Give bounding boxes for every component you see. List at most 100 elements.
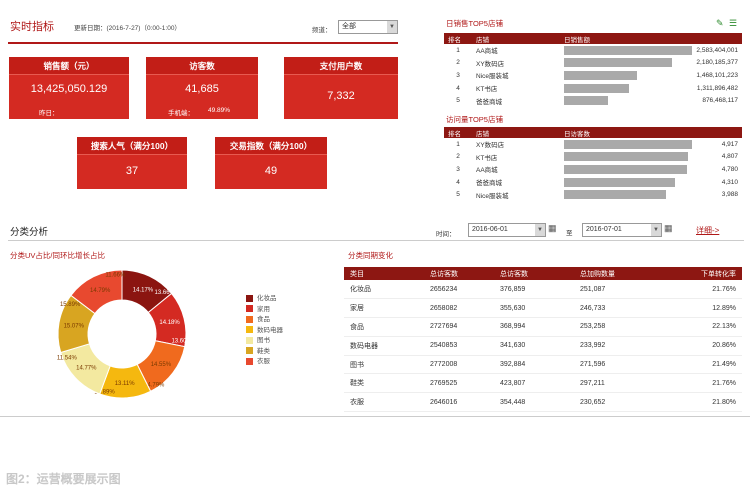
shop-cell[interactable]: Nice服装城: [472, 69, 560, 82]
cell: 246,733: [574, 298, 660, 319]
col-total-visitors: 总访客数: [424, 267, 494, 280]
figure-caption: 图2：运营概要展示图: [6, 472, 121, 486]
table-row: 4 KT书店 1,311,896,482: [444, 82, 742, 95]
cell: 家居: [344, 298, 424, 319]
legend-label: 化妆品: [257, 295, 277, 302]
legend-label: 数码电器: [257, 326, 283, 334]
legend-swatch: [246, 347, 253, 355]
cell: 图书: [344, 355, 424, 375]
kpi-visitors-mobile-pct: 49.89%: [208, 107, 231, 114]
kpi-paying-users-value: 7,332: [327, 90, 355, 102]
table-row: 图书 2772008 392,884 271,596 21.49%: [344, 355, 742, 375]
channel-select-value: 全部: [342, 23, 356, 30]
shop-cell[interactable]: XY数码店: [472, 57, 560, 70]
calendar-icon[interactable]: ▦: [548, 223, 557, 234]
realtime-title: 实时指标: [10, 21, 54, 33]
kpi-sales: 销售额（元） 13,425,050.129 昨日：: [9, 57, 129, 119]
cell: 341,630: [494, 336, 574, 356]
cell: 368,994: [494, 317, 574, 337]
cell: 22.13%: [660, 317, 742, 337]
donut-chart: 14.17% 13.66%14.18%13.60%14.55%14.79%13.1…: [57, 269, 192, 399]
cell: 2656234: [424, 280, 494, 300]
kpi-visitors: 访客数 41,685 手机端： 49.89%: [146, 57, 258, 119]
bar-cell: [560, 138, 714, 151]
kpi-trade-label: 交易指数（满分100）: [215, 137, 327, 155]
cell: 2769525: [424, 373, 494, 394]
legend-item[interactable]: 数码电器: [246, 324, 283, 334]
table-row: 化妆品 2656234 376,859 251,087 21.76%: [344, 280, 742, 300]
shop-cell[interactable]: 爸爸商城: [472, 176, 560, 189]
chevron-down-icon[interactable]: ▼: [651, 224, 661, 236]
edit-icon[interactable]: ✎: [716, 18, 724, 29]
col-value: 日销售额: [560, 33, 742, 44]
shop-cell[interactable]: XY数码店: [472, 138, 560, 151]
shop-cell[interactable]: KT书店: [472, 151, 560, 164]
cell: 233,992: [574, 336, 660, 356]
kpi-sales-label: 销售额（元）: [9, 57, 129, 75]
value-bar: [564, 96, 608, 106]
shop-cell[interactable]: AA商城: [472, 163, 560, 176]
table-row: 4 爸爸商城 4,310: [444, 176, 742, 189]
pie-outer-label: 13.60%: [171, 338, 192, 344]
pie-outer-label: 11.54%: [57, 356, 78, 362]
category-title: 分类分析: [10, 227, 49, 238]
value-bar: [564, 152, 689, 162]
col-rank: 排名: [444, 127, 472, 138]
bar-cell: [560, 163, 714, 176]
cell: 2658082: [424, 298, 494, 319]
rank-cell: 3: [456, 71, 460, 79]
kpi-search-popularity: 搜索人气（满分100） 37: [77, 137, 187, 189]
rank-cell: 1: [456, 140, 460, 148]
detail-link[interactable]: 详细->: [696, 225, 719, 236]
legend-item[interactable]: 家用: [246, 303, 270, 313]
pie-inner-label: 13.11%: [115, 381, 136, 387]
channel-select[interactable]: 全部 ▼: [338, 20, 398, 34]
value-cell: 876,468,117: [702, 97, 738, 105]
shop-cell[interactable]: Nice服装城: [472, 188, 560, 201]
col-total-visitors-2: 总访客数: [494, 267, 574, 280]
top-sales-title: 日销售TOP5店铺: [446, 19, 503, 28]
chevron-down-icon[interactable]: ▼: [535, 224, 545, 236]
rank-cell: 1: [456, 46, 460, 54]
list-icon[interactable]: ☰: [729, 18, 737, 29]
pie-inner-label: 14.79%: [90, 288, 111, 294]
calendar-icon[interactable]: ▦: [664, 223, 673, 234]
value-bar: [564, 45, 692, 55]
legend-item[interactable]: 食品: [246, 313, 270, 323]
kpi-trade-value: 49: [264, 165, 278, 177]
shop-cell[interactable]: AA商城: [472, 44, 560, 57]
date-to-select[interactable]: 2016-07-01 ▼: [582, 223, 662, 237]
pie-outer-label: 11.66%: [105, 272, 126, 278]
pie-outer-label: 15.89%: [60, 302, 81, 308]
bar-cell: [560, 69, 692, 82]
value-cell: 4,310: [721, 178, 738, 186]
cell: 20.86%: [660, 336, 742, 356]
date-from-select[interactable]: 2016-06-01 ▼: [468, 223, 546, 237]
value-cell: 4,917: [721, 140, 738, 148]
bar-cell: [560, 188, 714, 201]
value-cell: 2,583,404,001: [696, 46, 738, 54]
cell: 21.80%: [660, 392, 742, 413]
cell: 衣服: [344, 392, 424, 413]
shop-cell[interactable]: KT书店: [472, 82, 560, 95]
cell: 376,859: [494, 280, 574, 300]
cell: 数码电器: [344, 336, 424, 356]
kpi-search-value: 37: [125, 165, 139, 177]
legend-item[interactable]: 图书: [246, 334, 270, 344]
cell: 271,596: [574, 355, 660, 375]
legend-item[interactable]: 鞋类: [246, 345, 270, 355]
pie-inner-label: 14.18%: [159, 320, 180, 326]
kpi-visitors-mobile-label: 手机端：: [168, 110, 194, 117]
table-row: 3 AA商城 4,780: [444, 163, 742, 176]
legend-swatch: [246, 305, 253, 313]
value-cell: 3,988: [721, 191, 738, 199]
chevron-down-icon[interactable]: ▼: [387, 21, 397, 33]
value-bar: [564, 70, 637, 80]
cell: 2646016: [424, 392, 494, 413]
shop-cell[interactable]: 爸爸商城: [472, 94, 560, 107]
table-row: 鞋类 2769525 423,807 297,211 21.76%: [344, 373, 742, 394]
legend-item[interactable]: 化妆品: [246, 292, 277, 302]
value-cell: 2,180,185,377: [696, 59, 738, 67]
kpi-sales-value: 13,425,050.129: [30, 83, 108, 95]
legend-item[interactable]: 衣服: [246, 355, 270, 365]
